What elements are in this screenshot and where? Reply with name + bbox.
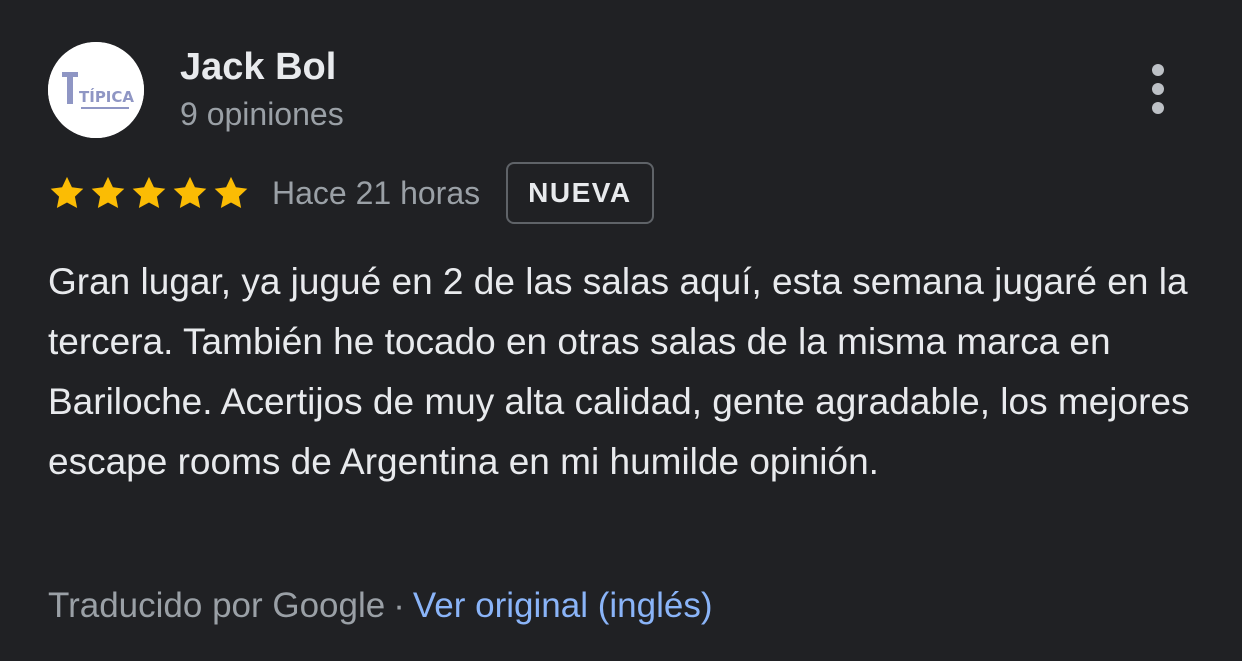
author-reviews-count: 9 opiniones xyxy=(180,96,344,132)
rating-row: Hace 21 horas NUEVA xyxy=(48,160,654,226)
star-rating xyxy=(48,174,250,212)
tipica-logo-icon: TÍPICA xyxy=(48,42,144,138)
star-icon xyxy=(48,174,86,212)
more-vert-icon xyxy=(1152,64,1164,76)
translation-row: Traducido por Google · Ver original (inglé… xyxy=(48,581,712,631)
star-icon xyxy=(171,174,209,212)
star-icon xyxy=(130,174,168,212)
review-text: Gran lugar, ya jugué en 2 de las salas a… xyxy=(48,261,1190,482)
avatar[interactable]: TÍPICA xyxy=(48,42,144,138)
star-icon xyxy=(89,174,127,212)
new-badge: NUEVA xyxy=(506,162,654,224)
author-name[interactable]: Jack Bol xyxy=(180,44,336,90)
review-time: Hace 21 horas xyxy=(272,174,481,211)
separator: · xyxy=(393,586,405,625)
more-options-button[interactable] xyxy=(1134,58,1182,120)
avatar-logo-text: TÍPICA xyxy=(79,87,134,106)
review-card: TÍPICA Jack Bol 9 opiniones Hace 21 hora… xyxy=(0,0,1242,661)
view-original-link[interactable]: Ver original (inglés) xyxy=(413,586,713,625)
star-icon xyxy=(212,174,250,212)
translated-note: Traducido por Google xyxy=(48,586,386,625)
